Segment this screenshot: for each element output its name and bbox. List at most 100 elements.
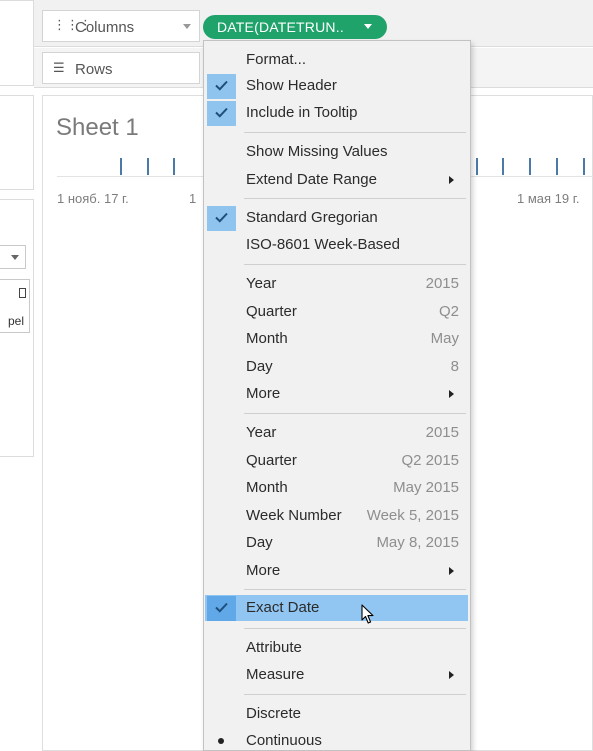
left-dropdown[interactable] bbox=[0, 245, 26, 269]
menu-item-label: Attribute bbox=[246, 639, 302, 656]
rows-label: Rows bbox=[75, 61, 113, 78]
check-icon bbox=[207, 596, 236, 621]
rows-shelf-label[interactable]: ☰ Rows bbox=[42, 52, 200, 84]
check-icon bbox=[207, 74, 236, 99]
axis-tick bbox=[556, 158, 558, 175]
axis-label: 1 bbox=[189, 191, 197, 206]
radio-dot-icon bbox=[218, 738, 224, 744]
menu-item-value-quarter[interactable]: Quarter Q2 2015 bbox=[204, 448, 470, 474]
columns-label: Columns bbox=[75, 19, 135, 36]
menu-item-part-month[interactable]: Month May bbox=[204, 326, 470, 352]
menu-separator bbox=[244, 132, 466, 133]
rows-icon: ☰ bbox=[53, 60, 65, 75]
label-card-text: pel bbox=[7, 314, 24, 328]
menu-item-label: Standard Gregorian bbox=[246, 209, 378, 226]
axis-label: 1 нояб. 17 г. bbox=[57, 191, 129, 206]
submenu-arrow-icon bbox=[449, 567, 454, 575]
chevron-down-icon[interactable] bbox=[183, 24, 191, 29]
submenu-arrow-icon bbox=[449, 176, 454, 184]
menu-item-example: May 8, 2015 bbox=[376, 534, 459, 551]
mouse-cursor-icon bbox=[361, 604, 374, 624]
menu-item-example: May 2015 bbox=[393, 479, 459, 496]
menu-item-label: Year bbox=[246, 424, 277, 441]
menu-item-exact-date[interactable]: Exact Date bbox=[205, 595, 468, 621]
axis-tick bbox=[502, 158, 504, 175]
menu-item-label: Quarter bbox=[246, 303, 297, 320]
menu-item-continuous[interactable]: Continuous bbox=[204, 728, 470, 751]
menu-item-label: Month bbox=[246, 330, 288, 347]
axis-tick bbox=[173, 158, 175, 175]
menu-item-value-more[interactable]: More bbox=[204, 558, 470, 584]
menu-item-label: Quarter bbox=[246, 452, 297, 469]
menu-item-value-year[interactable]: Year 2015 bbox=[204, 420, 470, 446]
menu-item-value-week-number[interactable]: Week Number Week 5, 2015 bbox=[204, 503, 470, 529]
label-mark-card[interactable]: pel bbox=[0, 279, 30, 333]
menu-item-iso-week[interactable]: ISO-8601 Week-Based bbox=[204, 232, 470, 258]
menu-item-show-header[interactable]: Show Header bbox=[204, 73, 470, 99]
menu-item-label: Day bbox=[246, 534, 273, 551]
axis-tick bbox=[583, 158, 585, 175]
menu-item-label: Extend Date Range bbox=[246, 171, 377, 188]
menu-item-label: More bbox=[246, 562, 281, 579]
axis-tick bbox=[120, 158, 122, 175]
submenu-arrow-icon bbox=[449, 390, 454, 398]
axis-tick bbox=[476, 158, 478, 175]
menu-item-format[interactable]: Format... bbox=[204, 47, 470, 73]
menu-item-label: Week Number bbox=[246, 507, 342, 524]
menu-item-label: ISO-8601 Week-Based bbox=[246, 236, 400, 253]
left-card-top bbox=[0, 0, 34, 86]
menu-item-part-quarter[interactable]: Quarter Q2 bbox=[204, 299, 470, 325]
menu-item-part-more[interactable]: More bbox=[204, 381, 470, 407]
columns-shelf-label[interactable]: ⋮⋮⋮ Columns bbox=[42, 10, 200, 42]
menu-item-label: Format... bbox=[246, 51, 307, 68]
menu-item-standard-gregorian[interactable]: Standard Gregorian bbox=[204, 205, 470, 231]
menu-item-label: Day bbox=[246, 358, 273, 375]
menu-item-label: Exact Date bbox=[246, 599, 320, 616]
pill-context-menu: Format... Show Header Include in Tooltip… bbox=[203, 40, 471, 751]
label-square-icon bbox=[19, 288, 26, 298]
menu-item-part-day[interactable]: Day 8 bbox=[204, 354, 470, 380]
menu-item-example: 8 bbox=[450, 358, 459, 375]
axis-tick bbox=[529, 158, 531, 175]
menu-item-extend-date-range[interactable]: Extend Date Range bbox=[204, 167, 470, 193]
menu-separator bbox=[244, 628, 466, 629]
menu-item-label: Measure bbox=[246, 666, 305, 683]
menu-separator bbox=[244, 694, 466, 695]
menu-item-example: 2015 bbox=[425, 275, 459, 292]
sheet-title: Sheet 1 bbox=[56, 114, 139, 141]
menu-item-part-year[interactable]: Year 2015 bbox=[204, 271, 470, 297]
axis-tick bbox=[147, 158, 149, 175]
menu-item-label: Show Header bbox=[246, 77, 337, 94]
menu-item-label: Include in Tooltip bbox=[246, 104, 358, 121]
pill-chevron-down-icon[interactable] bbox=[364, 24, 372, 29]
menu-item-example: 2015 bbox=[425, 424, 459, 441]
menu-item-example: Week 5, 2015 bbox=[366, 507, 459, 524]
menu-item-show-missing-values[interactable]: Show Missing Values bbox=[204, 139, 470, 165]
check-icon bbox=[207, 206, 236, 231]
menu-separator bbox=[244, 589, 466, 590]
pill-label: DATE(DATETRUN.. bbox=[217, 19, 344, 35]
menu-item-label: Show Missing Values bbox=[246, 143, 388, 160]
submenu-arrow-icon bbox=[449, 671, 454, 679]
menu-item-measure[interactable]: Measure bbox=[204, 662, 470, 688]
check-icon bbox=[207, 101, 236, 126]
menu-item-example: May bbox=[430, 330, 459, 347]
menu-item-label: Continuous bbox=[246, 732, 322, 749]
menu-separator bbox=[244, 198, 466, 199]
menu-separator bbox=[244, 413, 466, 414]
menu-item-include-tooltip[interactable]: Include in Tooltip bbox=[204, 100, 470, 126]
menu-separator bbox=[244, 264, 466, 265]
menu-item-discrete[interactable]: Discrete bbox=[204, 701, 470, 727]
menu-item-value-day[interactable]: Day May 8, 2015 bbox=[204, 530, 470, 556]
menu-item-example: Q2 bbox=[438, 303, 459, 320]
date-field-pill[interactable]: DATE(DATETRUN.. bbox=[203, 15, 387, 39]
axis-label: 1 мая 19 г. bbox=[517, 191, 580, 206]
left-card-middle bbox=[0, 95, 34, 190]
menu-item-label: More bbox=[246, 385, 281, 402]
chevron-down-icon bbox=[11, 255, 19, 260]
menu-item-label: Year bbox=[246, 275, 277, 292]
menu-item-value-month[interactable]: Month May 2015 bbox=[204, 475, 470, 501]
menu-item-example: Q2 2015 bbox=[401, 452, 459, 469]
menu-item-label: Discrete bbox=[246, 705, 302, 722]
menu-item-attribute[interactable]: Attribute bbox=[204, 635, 470, 661]
